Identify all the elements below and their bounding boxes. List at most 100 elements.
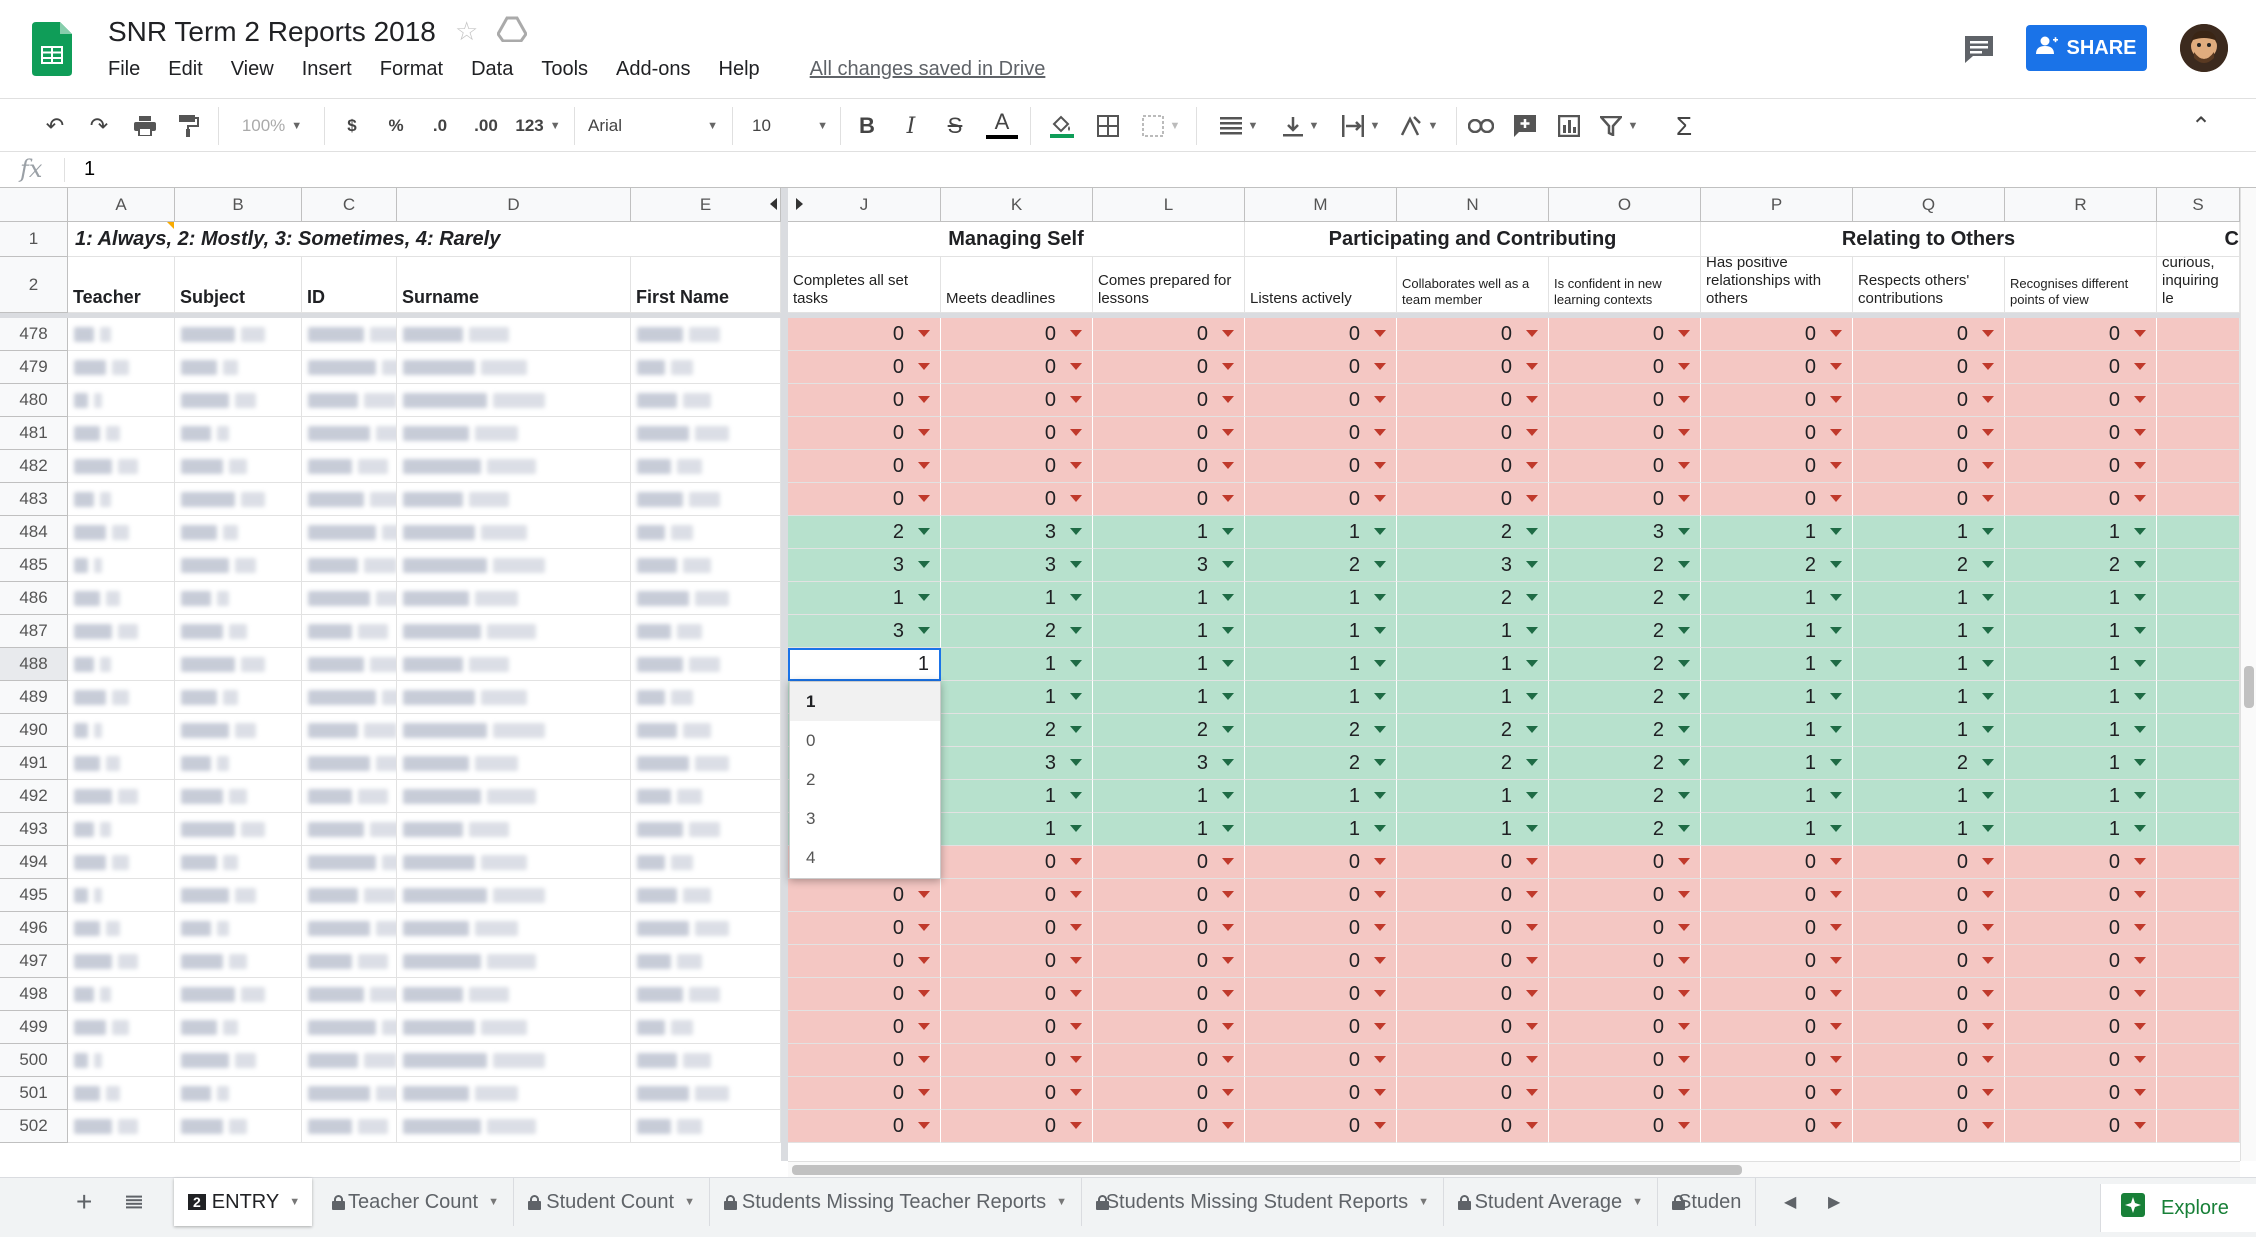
rating-cell[interactable]	[2157, 1044, 2240, 1077]
criterion-header[interactable]: Meets deadlines	[941, 257, 1093, 313]
undo-icon[interactable]: ↶	[38, 109, 72, 143]
rating-cell[interactable]: 1	[1093, 582, 1245, 615]
dropdown-arrow-icon[interactable]	[1526, 726, 1538, 733]
dropdown-arrow-icon[interactable]	[1982, 726, 1994, 733]
bold-button[interactable]: B	[852, 109, 882, 143]
rating-cell[interactable]: 1	[1853, 681, 2005, 714]
rating-cell[interactable]: 0	[1093, 1110, 1245, 1143]
dropdown-option[interactable]: 2	[790, 760, 940, 799]
rating-cell[interactable]: 2	[1549, 681, 1701, 714]
dropdown-arrow-icon[interactable]	[2134, 693, 2146, 700]
redacted-cell[interactable]	[397, 945, 631, 978]
row-header[interactable]: 499	[0, 1011, 68, 1044]
horizontal-scrollbar[interactable]	[788, 1161, 2240, 1177]
rating-cell[interactable]	[2157, 615, 2240, 648]
row-header[interactable]: 498	[0, 978, 68, 1011]
rating-cell[interactable]: 0	[1397, 450, 1549, 483]
dropdown-arrow-icon[interactable]	[1070, 396, 1082, 403]
redacted-cell[interactable]	[302, 747, 397, 780]
rating-cell[interactable]: 1	[1701, 714, 1853, 747]
rating-cell[interactable]	[2157, 582, 2240, 615]
redacted-cell[interactable]	[68, 516, 175, 549]
dropdown-arrow-icon[interactable]	[918, 990, 930, 997]
column-title[interactable]: Surname	[397, 257, 631, 313]
dropdown-arrow-icon[interactable]	[1982, 660, 1994, 667]
rating-cell[interactable]: 0	[1549, 879, 1701, 912]
dropdown-arrow-icon[interactable]	[1374, 462, 1386, 469]
redacted-cell[interactable]	[68, 351, 175, 384]
redacted-cell[interactable]	[302, 351, 397, 384]
rating-cell[interactable]: 0	[2005, 945, 2157, 978]
dropdown-arrow-icon[interactable]	[1526, 528, 1538, 535]
column-header-P[interactable]: P	[1701, 188, 1853, 222]
active-cell-editor[interactable]: 1	[788, 648, 941, 681]
redacted-cell[interactable]	[631, 1077, 781, 1110]
dropdown-arrow-icon[interactable]	[1678, 594, 1690, 601]
text-wrapping-icon[interactable]: ▼	[1338, 109, 1384, 143]
redacted-cell[interactable]	[302, 1011, 397, 1044]
dropdown-arrow-icon[interactable]	[1070, 1023, 1082, 1030]
rating-cell[interactable]: 1	[2005, 747, 2157, 780]
insert-comment-icon[interactable]	[1508, 109, 1542, 143]
redacted-cell[interactable]	[397, 351, 631, 384]
redacted-cell[interactable]	[397, 912, 631, 945]
row-header[interactable]: 501	[0, 1077, 68, 1110]
rating-cell[interactable]: 0	[1853, 318, 2005, 351]
rating-cell[interactable]: 0	[941, 1044, 1093, 1077]
redacted-cell[interactable]	[397, 978, 631, 1011]
rating-cell[interactable]: 1	[1093, 648, 1245, 681]
column-header-D[interactable]: D	[397, 188, 631, 222]
dropdown-arrow-icon[interactable]	[2134, 495, 2146, 502]
row-header[interactable]: 485	[0, 549, 68, 582]
redacted-cell[interactable]	[175, 483, 302, 516]
redacted-cell[interactable]	[302, 384, 397, 417]
sheet-tab-students-missing-student-reports[interactable]: Students Missing Student Reports ▼	[1082, 1178, 1444, 1226]
dropdown-arrow-icon[interactable]	[1526, 693, 1538, 700]
column-header-J[interactable]: J	[788, 188, 941, 222]
dropdown-arrow-icon[interactable]	[1830, 396, 1842, 403]
rating-cell[interactable]	[2157, 813, 2240, 846]
redacted-cell[interactable]	[631, 351, 781, 384]
rating-cell[interactable]: 0	[1701, 483, 1853, 516]
redacted-cell[interactable]	[68, 1011, 175, 1044]
dropdown-arrow-icon[interactable]	[1526, 594, 1538, 601]
dropdown-arrow-icon[interactable]	[918, 594, 930, 601]
column-header-B[interactable]: B	[175, 188, 302, 222]
menu-help[interactable]: Help	[719, 58, 760, 84]
rating-cell[interactable]: 0	[1549, 384, 1701, 417]
redacted-cell[interactable]	[68, 615, 175, 648]
dropdown-arrow-icon[interactable]	[1982, 891, 1994, 898]
dropdown-arrow-icon[interactable]	[1526, 462, 1538, 469]
rating-cell[interactable]: 2	[1245, 747, 1397, 780]
rating-cell[interactable]	[2157, 384, 2240, 417]
document-title[interactable]: SNR Term 2 Reports 2018	[108, 16, 436, 48]
redacted-cell[interactable]	[302, 846, 397, 879]
criterion-header[interactable]: Collaborates well as a team member	[1397, 257, 1549, 313]
redacted-cell[interactable]	[302, 780, 397, 813]
redacted-cell[interactable]	[631, 714, 781, 747]
rating-cell[interactable]: 0	[1701, 846, 1853, 879]
dropdown-arrow-icon[interactable]	[1374, 1056, 1386, 1063]
redacted-cell[interactable]	[68, 483, 175, 516]
redacted-cell[interactable]	[397, 1110, 631, 1143]
rating-cell[interactable]: 3	[788, 549, 941, 582]
redacted-cell[interactable]	[631, 747, 781, 780]
rating-cell[interactable]: 0	[941, 483, 1093, 516]
rating-cell[interactable]: 0	[788, 945, 941, 978]
rating-cell[interactable]	[2157, 648, 2240, 681]
dropdown-arrow-icon[interactable]	[1982, 1089, 1994, 1096]
criteria-group-header[interactable]: Managing Self	[788, 222, 1245, 257]
rating-cell[interactable]: 0	[1093, 978, 1245, 1011]
rating-cell[interactable]	[2157, 1110, 2240, 1143]
rating-cell[interactable]: 0	[1701, 1044, 1853, 1077]
redacted-cell[interactable]	[175, 417, 302, 450]
criterion-header[interactable]: Is confident in new learning contexts	[1549, 257, 1701, 313]
dropdown-arrow-icon[interactable]	[1830, 1122, 1842, 1129]
rating-cell[interactable]: 1	[1701, 780, 1853, 813]
rating-cell[interactable]: 0	[1853, 1044, 2005, 1077]
rating-cell[interactable]: 0	[788, 1011, 941, 1044]
rating-cell[interactable]: 0	[1245, 318, 1397, 351]
dropdown-arrow-icon[interactable]	[2134, 858, 2146, 865]
rating-cell[interactable]: 0	[1549, 483, 1701, 516]
rating-cell[interactable]: 0	[1397, 351, 1549, 384]
